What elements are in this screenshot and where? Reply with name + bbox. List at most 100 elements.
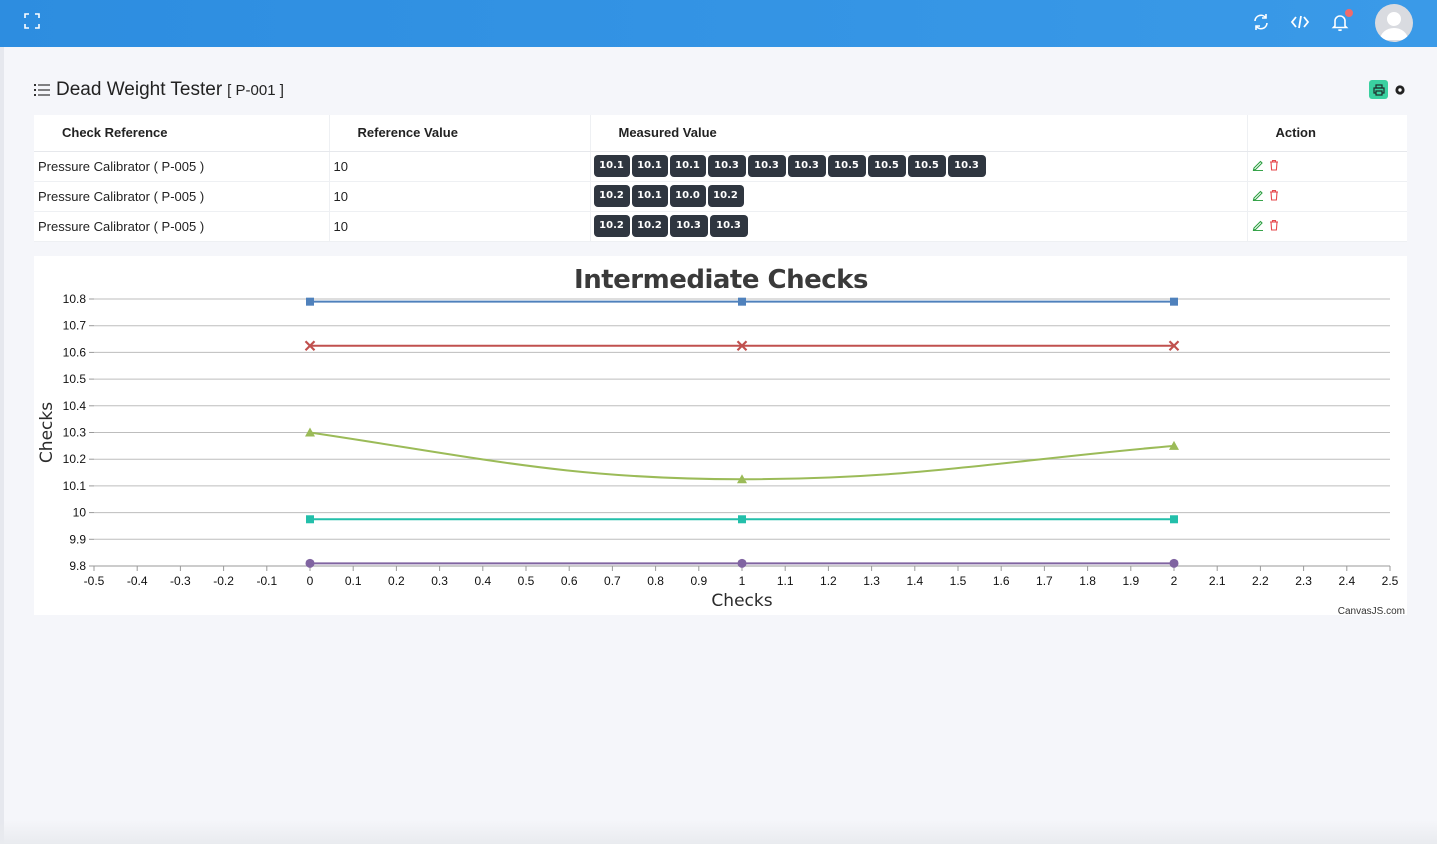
- header-actions: [1369, 80, 1406, 99]
- measured-value-badge: 10.5: [907, 155, 946, 177]
- data-point: [737, 558, 747, 568]
- col-reference-value: Reference Value: [329, 115, 591, 152]
- x-tick-label: 2.5: [1382, 574, 1399, 588]
- action-cell: [1247, 151, 1407, 182]
- delete-icon[interactable]: [1268, 219, 1280, 231]
- action-cell: [1247, 181, 1407, 212]
- x-tick-label: 0.6: [561, 574, 578, 588]
- table-row: Pressure Calibrator ( P-005 ) 10 10.2 10.1 1…: [34, 181, 1407, 212]
- top-bar: [0, 0, 1437, 47]
- gear-icon[interactable]: [1394, 84, 1406, 96]
- y-tick-label: 10.4: [63, 399, 87, 413]
- x-tick-label: -0.1: [256, 574, 277, 588]
- measured-value-badge: 10.5: [827, 155, 866, 177]
- y-tick-label: 10.5: [63, 372, 87, 386]
- avatar-icon[interactable]: [1375, 4, 1413, 42]
- expand-icon[interactable]: [24, 13, 40, 29]
- x-tick-label: 1.7: [1036, 574, 1053, 588]
- x-tick-label: 2.3: [1295, 574, 1312, 588]
- delete-icon[interactable]: [1268, 189, 1280, 201]
- x-tick-label: -0.4: [127, 574, 148, 588]
- measured-value-badge: 10.3: [707, 155, 746, 177]
- y-tick-label: 9.8: [69, 559, 86, 573]
- list-icon[interactable]: [34, 83, 50, 97]
- edit-icon[interactable]: [1252, 219, 1264, 231]
- series-line: [309, 431, 1175, 481]
- print-icon: [1372, 83, 1385, 96]
- refresh-icon[interactable]: [1251, 12, 1271, 32]
- table-header-row: Check Reference Reference Value Measured…: [34, 115, 1407, 152]
- x-tick-label: -0.2: [213, 574, 234, 588]
- x-axis-title: Checks: [711, 591, 772, 611]
- sidebar-edge: [0, 47, 4, 844]
- data-point: [306, 297, 314, 306]
- data-point: [1169, 558, 1179, 568]
- x-tick-label: 2.4: [1338, 574, 1355, 588]
- measured-value-badge: 10.5: [867, 155, 906, 177]
- code-icon[interactable]: [1290, 12, 1310, 32]
- col-check-reference: Check Reference: [34, 115, 330, 152]
- table-row: Pressure Calibrator ( P-005 ) 10 10.2 10.2 1…: [34, 211, 1407, 242]
- y-tick-label: 10.2: [63, 452, 87, 466]
- x-tick-label: 1: [739, 574, 746, 588]
- x-tick-label: 1.6: [993, 574, 1010, 588]
- y-tick-label: 10: [73, 506, 87, 520]
- delete-icon[interactable]: [1268, 159, 1280, 171]
- measured-value-cell: 10.2 10.1 10.0 10.2: [590, 181, 1248, 212]
- y-axis-title: Checks: [37, 402, 57, 463]
- x-tick-label: 1.1: [777, 574, 794, 588]
- x-tick-label: 2: [1171, 574, 1178, 588]
- check-reference-cell: Pressure Calibrator ( P-005 ): [34, 151, 330, 182]
- data-point: [738, 515, 746, 524]
- notification-dot: [1345, 9, 1353, 17]
- data-point: [738, 297, 746, 306]
- col-measured-value: Measured Value: [590, 115, 1248, 152]
- check-reference-cell: Pressure Calibrator ( P-005 ): [34, 181, 330, 212]
- checks-table: Check Reference Reference Value Measured…: [34, 115, 1407, 242]
- data-point: [306, 515, 314, 524]
- y-tick-label: 10.7: [63, 319, 87, 333]
- chart-credit: CanvasJS.com: [1338, 606, 1405, 615]
- page-title: Dead Weight Tester: [56, 79, 223, 100]
- measured-value-badge: 10.2: [707, 185, 744, 207]
- data-point: [1170, 297, 1178, 306]
- edit-icon[interactable]: [1252, 189, 1264, 201]
- reference-value-cell: 10: [329, 151, 591, 182]
- x-tick-label: 1.3: [863, 574, 880, 588]
- x-tick-label: 0.7: [604, 574, 621, 588]
- x-tick-label: 0: [307, 574, 314, 588]
- measured-value-badge: 10.3: [709, 215, 748, 237]
- table-row: Pressure Calibrator ( P-005 ) 10 10.1 10.1 1…: [34, 151, 1407, 182]
- y-tick-label: 10.3: [63, 426, 87, 440]
- print-button[interactable]: [1369, 80, 1388, 99]
- y-tick-label: 9.9: [69, 532, 86, 546]
- chart-title: Intermediate Checks: [574, 265, 868, 295]
- measured-value-badge: 10.2: [593, 215, 630, 237]
- x-tick-label: 0.2: [388, 574, 405, 588]
- x-tick-label: 0.1: [345, 574, 362, 588]
- edit-icon[interactable]: [1252, 159, 1264, 171]
- x-tick-label: 0.9: [690, 574, 707, 588]
- check-reference-cell: Pressure Calibrator ( P-005 ): [34, 211, 330, 242]
- x-tick-label: 0.8: [647, 574, 664, 588]
- y-tick-label: 10.1: [63, 479, 87, 493]
- data-point: [1170, 515, 1178, 524]
- measured-value-badge: 10.2: [631, 215, 668, 237]
- x-tick-label: 0.5: [518, 574, 535, 588]
- measured-value-badge: 10.3: [947, 155, 986, 177]
- x-tick-label: 1.2: [820, 574, 837, 588]
- reference-value-cell: 10: [329, 211, 591, 242]
- x-tick-label: -0.5: [84, 574, 105, 588]
- x-tick-label: 2.2: [1252, 574, 1269, 588]
- reference-value-cell: 10: [329, 181, 591, 212]
- y-tick-label: 10.8: [63, 292, 87, 306]
- x-tick-label: 1.5: [950, 574, 967, 588]
- measured-value-badge: 10.1: [669, 155, 706, 177]
- measured-value-badge: 10.3: [787, 155, 826, 177]
- measured-value-badge: 10.0: [669, 185, 706, 207]
- bottom-shade: [0, 820, 1437, 844]
- page-code: [ P-001 ]: [227, 81, 284, 99]
- measured-value-badge: 10.3: [747, 155, 786, 177]
- measured-value-cell: 10.1 10.1 10.1 10.3 10.3 10.3 10.5 10.5 10.5 10.3: [590, 151, 1248, 182]
- measured-value-badge: 10.3: [669, 215, 708, 237]
